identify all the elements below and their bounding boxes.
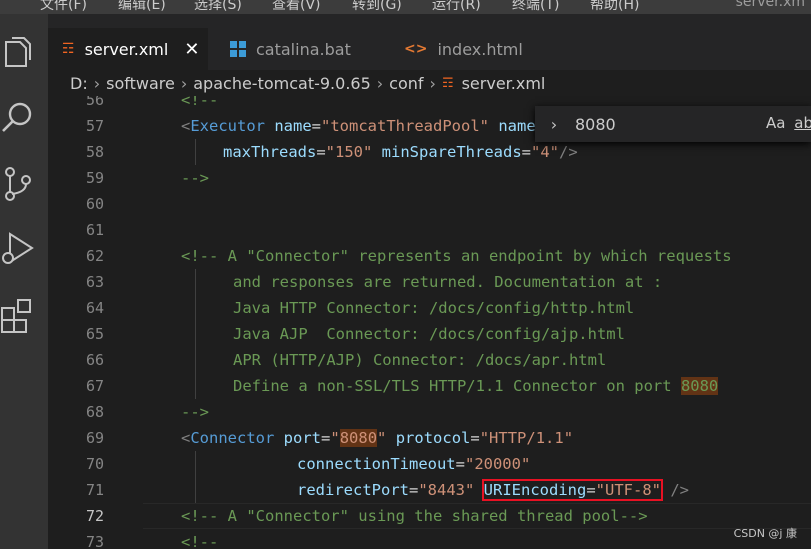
line-number: 71 xyxy=(85,481,104,499)
menu-selection[interactable]: 选择(S) xyxy=(194,0,242,14)
breadcrumb-file[interactable]: server.xml xyxy=(462,74,546,93)
code-line: maxThreads="150" minSpareThreads="4"/> xyxy=(223,143,578,161)
windows-icon xyxy=(230,41,246,57)
menu-go[interactable]: 转到(G) xyxy=(352,0,402,14)
menu-terminal[interactable]: 终端(T) xyxy=(512,0,559,14)
line-number: 57 xyxy=(85,117,104,135)
chevron-right-icon[interactable]: › xyxy=(543,115,565,134)
breadcrumb-drive[interactable]: D: xyxy=(70,74,88,93)
rss-icon: ☶ xyxy=(62,41,75,57)
code-line: Define a non-SSL/TLS HTTP/1.1 Connector … xyxy=(233,377,719,395)
watermark: CSDN @j 康 xyxy=(733,527,797,540)
menu-help[interactable]: 帮助(H) xyxy=(590,0,639,14)
explorer-icon[interactable] xyxy=(0,34,40,74)
code-line: connectionTimeout="20000" xyxy=(297,455,531,473)
tab-catalina-bat[interactable]: catalina.bat xyxy=(216,28,384,70)
code-line: <!-- A "Connector" using the shared thre… xyxy=(181,507,648,525)
extensions-icon[interactable] xyxy=(0,296,40,336)
line-number: 73 xyxy=(85,533,104,549)
rss-icon: ☶ xyxy=(441,75,454,91)
search-match-current: 8080 xyxy=(339,429,378,447)
menu-bar: 文件(F) 编辑(E) 选择(S) 查看(V) 转到(G) 运行(R) 终端(T… xyxy=(0,0,811,14)
code-area[interactable]: <!-- <Executor name="tomcatThreadPool" n… xyxy=(143,96,811,549)
line-number-gutter: 56 57 58 59 60 61 62 63 64 65 66 67 68 6… xyxy=(48,96,143,549)
line-number: 69 xyxy=(85,429,104,447)
line-number: 56 xyxy=(85,96,104,109)
match-case-toggle[interactable]: Aa xyxy=(766,114,785,132)
window-title: server.xm xyxy=(735,0,805,10)
line-number: 67 xyxy=(85,377,104,395)
search-match: 8080 xyxy=(680,377,719,395)
tab-index-html[interactable]: <> index.html xyxy=(390,28,548,70)
code-line: APR (HTTP/AJP) Connector: /docs/apr.html xyxy=(233,351,607,369)
activity-bar xyxy=(0,14,48,549)
close-icon[interactable]: ✕ xyxy=(184,39,199,60)
html-icon: <> xyxy=(404,41,428,57)
code-line: <!-- A "Connector" represents an endpoin… xyxy=(181,247,732,265)
menu-edit[interactable]: 编辑(E) xyxy=(118,0,166,14)
match-word-toggle[interactable]: ab xyxy=(794,114,811,132)
line-number: 65 xyxy=(85,325,104,343)
line-number: 59 xyxy=(85,169,104,187)
code-line: Java HTTP Connector: /docs/config/http.h… xyxy=(233,299,635,317)
code-line: <!-- xyxy=(181,96,219,109)
menu-run[interactable]: 运行(R) xyxy=(432,0,481,14)
run-debug-icon[interactable] xyxy=(0,228,40,268)
breadcrumb-conf[interactable]: conf xyxy=(389,74,423,93)
search-icon[interactable] xyxy=(0,98,40,138)
code-line: <Connector port="8080" protocol="HTTP/1.… xyxy=(181,429,574,447)
chevron-right-icon: › xyxy=(376,73,384,93)
find-options: Aa ab xyxy=(766,114,811,132)
line-number: 62 xyxy=(85,247,104,265)
line-number: 61 xyxy=(85,221,104,239)
code-editor[interactable]: 56 57 58 59 60 61 62 63 64 65 66 67 68 6… xyxy=(48,96,811,549)
code-line: <Executor name="tomcatThreadPool" name xyxy=(181,117,536,135)
indent-guide xyxy=(195,451,196,503)
line-number-current: 72 xyxy=(85,507,104,525)
line-number: 63 xyxy=(85,273,104,291)
find-input[interactable]: 8080 xyxy=(575,115,616,134)
tab-server-xml[interactable]: ☶ server.xml ✕ xyxy=(48,28,208,70)
code-line: redirectPort="8443" URIEncoding="UTF-8" … xyxy=(297,479,689,501)
tab-label: index.html xyxy=(437,39,523,59)
indent-guide xyxy=(195,269,196,399)
breadcrumb-tomcat[interactable]: apache-tomcat-9.0.65 xyxy=(193,74,371,93)
line-number: 64 xyxy=(85,299,104,317)
code-line: --> xyxy=(181,403,209,421)
line-number: 60 xyxy=(85,195,104,213)
find-widget: › 8080 Aa ab xyxy=(535,106,811,142)
menu-file[interactable]: 文件(F) xyxy=(40,0,87,14)
code-line: --> xyxy=(181,169,209,187)
menu-view[interactable]: 查看(V) xyxy=(272,0,321,14)
line-number: 66 xyxy=(85,351,104,369)
breadcrumb-software[interactable]: software xyxy=(106,74,175,93)
code-line: Java AJP Connector: /docs/config/ajp.htm… xyxy=(233,325,625,343)
chevron-right-icon: › xyxy=(93,73,101,93)
line-number: 58 xyxy=(85,143,104,161)
chevron-right-icon: › xyxy=(429,73,436,93)
tab-label: server.xml xyxy=(84,39,169,59)
code-line: <!-- xyxy=(181,533,219,549)
chevron-right-icon: › xyxy=(180,73,188,93)
highlighted-attribute-box: URIEncoding="UTF-8" xyxy=(481,479,664,501)
code-line: and responses are returned. Documentatio… xyxy=(233,273,663,291)
source-control-icon[interactable] xyxy=(0,164,40,204)
line-number: 70 xyxy=(85,455,104,473)
tab-label: catalina.bat xyxy=(256,39,351,59)
line-number: 68 xyxy=(85,403,104,421)
tab-bar: ☶ server.xml ✕ catalina.bat <> index.htm… xyxy=(48,14,811,70)
indent-guide xyxy=(195,139,196,165)
breadcrumb: D: › software › apache-tomcat-9.0.65 › c… xyxy=(48,70,811,96)
